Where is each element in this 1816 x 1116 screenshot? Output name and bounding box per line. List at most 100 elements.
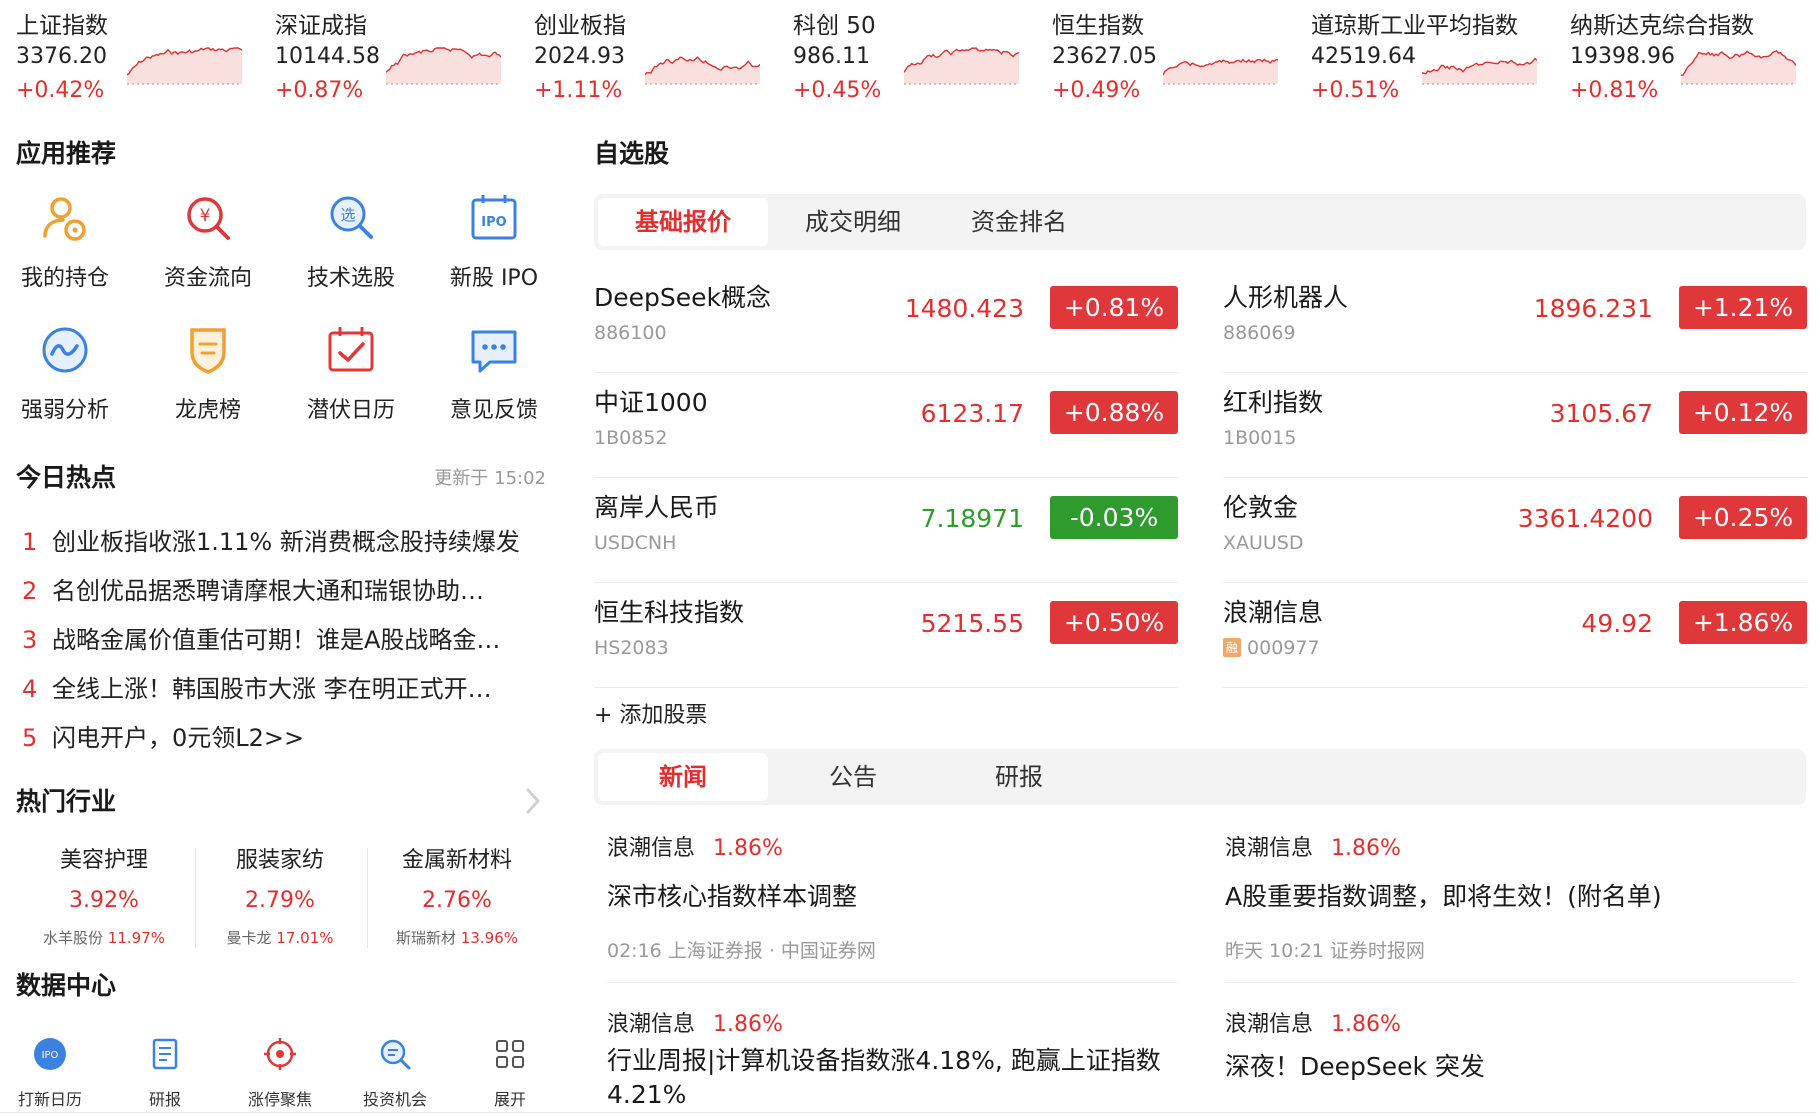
hot-news-item[interactable]: 2 名创优品据悉聘请摩根大通和瑞银协助… — [22, 571, 542, 606]
app-my-holdings[interactable]: 我的持仓 — [0, 190, 130, 292]
index-card-star50[interactable]: 科创 50 986.11 +0.45% — [777, 0, 1032, 110]
stock-code: HS2083 — [594, 637, 669, 659]
news-stock-pct: 1.86% — [1331, 1012, 1401, 1037]
hot-news-item[interactable]: 5 闪电开户，0元领L2>> — [22, 718, 542, 753]
watchlist-row[interactable]: 恒生科技指数 HS2083 5215.55 +0.50% — [594, 583, 1178, 688]
stock-name: 人形机器人 — [1223, 283, 1349, 312]
data-center-ipo-calendar[interactable]: IPO 打新日历 — [0, 1036, 100, 1110]
data-center-report[interactable]: 研报 — [115, 1036, 215, 1110]
news-header: 浪潮信息 1.86% — [1225, 1006, 1785, 1038]
industry-leader: 水羊股份 11.97% — [16, 927, 192, 948]
app-label: 新股 IPO — [449, 266, 539, 291]
industry-card[interactable]: 美容护理 3.92% 水羊股份 11.97% — [16, 842, 192, 948]
index-sparkline — [904, 47, 1019, 85]
data-center-label: 展开 — [493, 1090, 526, 1109]
hot-news-item[interactable]: 1 创业板指收涨1.11% 新消费概念股持续爆发 — [22, 522, 542, 557]
svg-text:IPO: IPO — [481, 215, 506, 230]
data-center-expand[interactable]: 展开 — [460, 1036, 560, 1110]
index-name: 深证成指 — [275, 13, 367, 39]
hot-text: 闪电开户，0元领L2>> — [52, 724, 305, 752]
leader-pct: 13.96% — [460, 929, 518, 947]
data-center-opportunity[interactable]: 投资机会 — [345, 1036, 445, 1110]
index-card-chinext[interactable]: 创业板指 2024.93 +1.11% — [518, 0, 773, 110]
leader-pct: 17.01% — [276, 929, 334, 947]
watchlist-row[interactable]: 中证1000 1B0852 6123.17 +0.88% — [594, 373, 1178, 478]
watchlist-row[interactable]: DeepSeek概念 886100 1480.423 +0.81% — [594, 268, 1178, 373]
industry-name: 服装家纺 — [235, 848, 324, 873]
app-calendar[interactable]: 潜伏日历 — [286, 322, 416, 424]
stock-code-text: 1B0015 — [1223, 427, 1297, 449]
bottom-divider — [0, 1112, 1816, 1113]
news-stock-pct: 1.86% — [1331, 836, 1401, 861]
index-card-sse[interactable]: 上证指数 3376.20 +0.42% — [0, 0, 255, 110]
app-tech-pick[interactable]: 选 技术选股 — [286, 190, 416, 292]
leader-pct: 11.97% — [107, 929, 165, 947]
stock-name: 浪潮信息 — [1223, 598, 1324, 627]
chevron-right-icon[interactable] — [524, 786, 542, 816]
watchlist-row[interactable]: 伦敦金 XAUUSD 3361.4200 +0.25% — [1223, 478, 1807, 583]
news-item[interactable]: 浪潮信息 1.86% 行业周报|计算机设备指数涨4.18%, 跑赢上证指数4.21… — [607, 1006, 1167, 1112]
news-stock-pct: 1.86% — [713, 836, 783, 861]
app-label: 技术选股 — [306, 266, 395, 291]
data-center-label: 涨停聚焦 — [247, 1090, 312, 1109]
index-card-hsi[interactable]: 恒生指数 23627.05 +0.49% — [1036, 0, 1291, 110]
watchlist-tabs: 基础报价 成交明细 资金排名 — [594, 194, 1806, 250]
sparkline-area — [1422, 58, 1537, 84]
stock-change-badge: +1.21% — [1679, 286, 1807, 329]
app-strength-analysis[interactable]: 强弱分析 — [0, 322, 130, 424]
app-money-flow[interactable]: ¥ 资金流向 — [143, 190, 273, 292]
stock-change-badge: +0.50% — [1050, 601, 1178, 644]
data-center-label: 投资机会 — [362, 1090, 427, 1109]
stock-price: 3361.4200 — [1517, 504, 1653, 533]
tab-research[interactable]: 研报 — [934, 753, 1104, 801]
hot-updated-time: 更新于 15:02 — [434, 468, 546, 489]
hot-news-item[interactable]: 4 全线上涨！韩国股市大涨 李在明正式开… — [22, 669, 542, 704]
tab-trade-detail[interactable]: 成交明细 — [768, 198, 938, 246]
stock-code: 1B0852 — [594, 427, 667, 449]
news-item[interactable]: 浪潮信息 1.86% 深夜！DeepSeek 突发 — [1225, 1006, 1785, 1084]
index-sparkline — [645, 56, 760, 85]
hot-text: 全线上涨！韩国股市大涨 李在明正式开… — [52, 675, 492, 703]
index-name: 道琼斯工业平均指数 — [1311, 13, 1518, 39]
hot-rank: 5 — [22, 724, 38, 752]
index-card-dji[interactable]: 道琼斯工业平均指数 42519.64 +0.51% — [1295, 0, 1550, 110]
feedback-icon — [471, 330, 517, 373]
index-card-nasdaq[interactable]: 纳斯达克综合指数 19398.96 +0.81% — [1554, 0, 1809, 110]
news-title: A股重要指数调整，即将生效！(附名单) — [1225, 882, 1662, 911]
tab-announcement[interactable]: 公告 — [768, 753, 938, 801]
app-dragon-tiger[interactable]: 龙虎榜 — [143, 322, 273, 424]
index-sparkline — [386, 47, 501, 85]
watchlist-row[interactable]: 红利指数 1B0015 3105.67 +0.12% — [1223, 373, 1807, 478]
index-change: +0.42% — [16, 78, 105, 103]
industry-card[interactable]: 服装家纺 2.79% 曼卡龙 17.01% — [192, 842, 368, 948]
watchlist-row[interactable]: 离岸人民币 USDCNH 7.18971 -0.03% — [594, 478, 1178, 583]
add-stock-button[interactable]: + 添加股票 — [594, 697, 707, 729]
tab-news[interactable]: 新闻 — [598, 753, 768, 801]
watchlist-row[interactable]: 人形机器人 886069 1896.231 +1.21% — [1223, 268, 1807, 373]
news-stock: 浪潮信息 — [1225, 836, 1314, 861]
stock-code-text: 886100 — [594, 322, 667, 344]
app-feedback[interactable]: 意见反馈 — [429, 322, 559, 424]
money-flow-icon: ¥ — [187, 197, 230, 240]
watchlist-row[interactable]: 浪潮信息 融 000977 49.92 +1.86% — [1223, 583, 1807, 688]
search-opportunity-icon — [380, 1039, 411, 1070]
index-card-szse[interactable]: 深证成指 10144.58 +0.87% — [259, 0, 514, 110]
index-name: 创业板指 — [534, 13, 626, 39]
news-item[interactable]: 浪潮信息 1.86% A股重要指数调整，即将生效！(附名单) 昨天 10:21 证… — [1225, 830, 1785, 963]
news-item[interactable]: 浪潮信息 1.86% 深市核心指数样本调整 02:16 上海证券报 · 中国证券网 — [607, 830, 1167, 963]
data-center-limit-up[interactable]: 涨停聚焦 — [230, 1036, 330, 1110]
index-sparkline — [1681, 49, 1796, 85]
industry-card[interactable]: 金属新材料 2.76% 斯瑞新材 13.96% — [369, 842, 545, 948]
tab-fund-ranking[interactable]: 资金排名 — [934, 198, 1104, 246]
holdings-icon — [43, 197, 86, 241]
stock-code: 1B0015 — [1223, 427, 1296, 449]
index-value: 19398.96 — [1570, 44, 1675, 69]
app-new-ipo[interactable]: IPO 新股 IPO — [429, 190, 559, 292]
tab-basic-quote[interactable]: 基础报价 — [598, 198, 768, 246]
hot-news-item[interactable]: 3 战略金属价值重估可期！谁是A股战略金… — [22, 620, 542, 655]
news-title: 行业周报|计算机设备指数涨4.18%, 跑赢上证指数4.21% — [607, 1046, 1161, 1109]
stock-name: 伦敦金 — [1223, 493, 1299, 522]
stock-price: 3105.67 — [1549, 399, 1653, 428]
data-center-label: 打新日历 — [17, 1090, 82, 1109]
svg-text:选: 选 — [340, 206, 355, 224]
